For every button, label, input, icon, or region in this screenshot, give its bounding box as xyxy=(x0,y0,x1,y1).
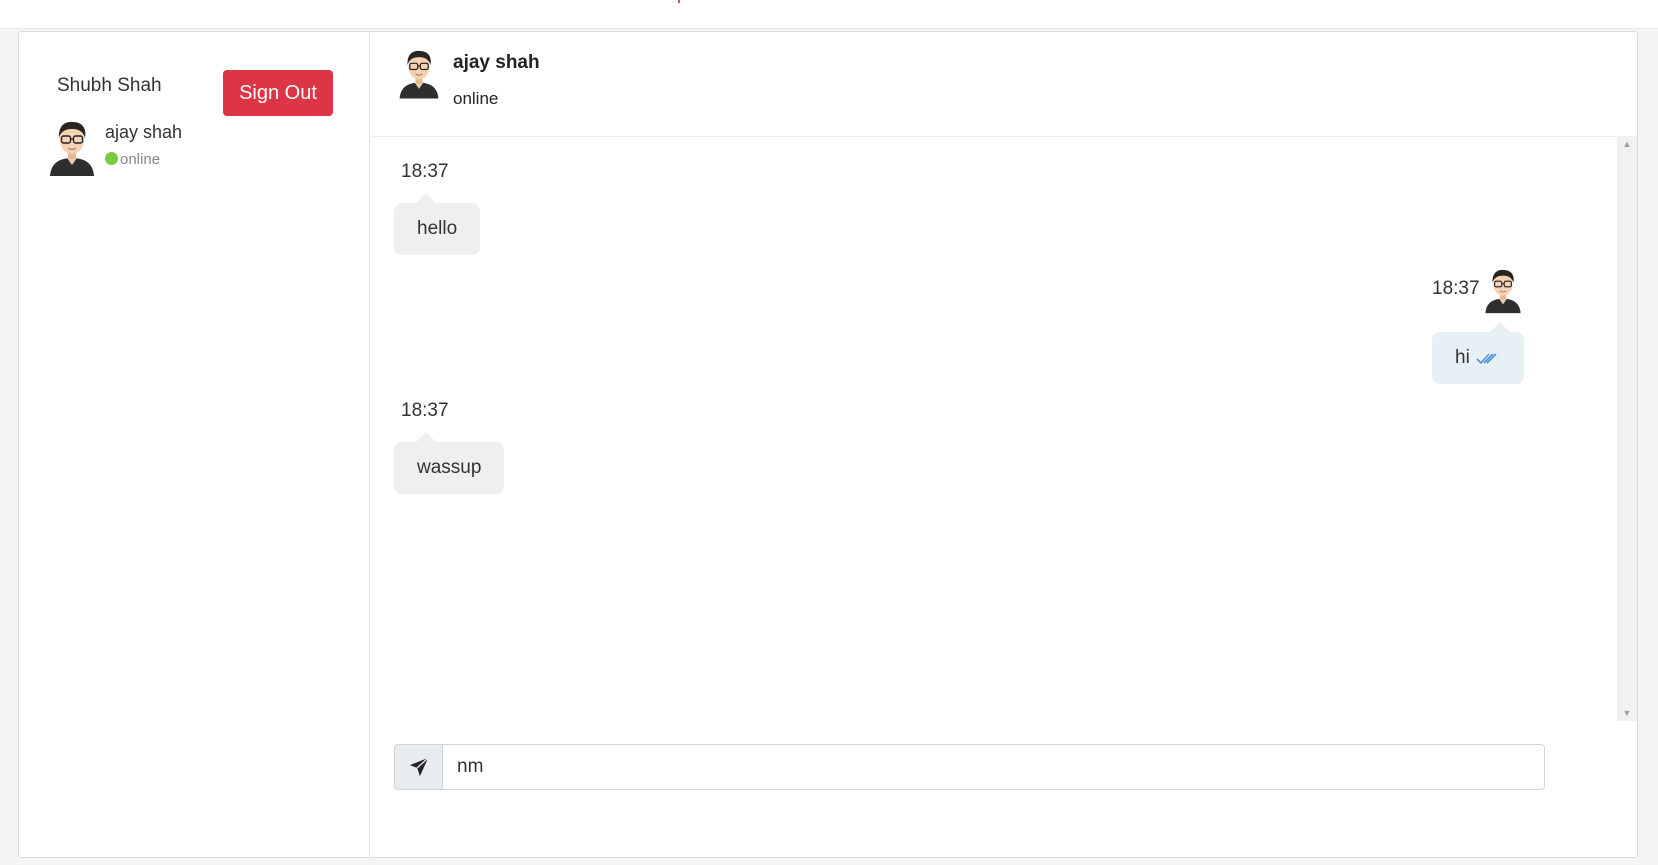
contact-status-label: online xyxy=(120,151,161,168)
chat-app-card: Shubh Shah Sign Out ajay shah online aja… xyxy=(18,31,1638,858)
sender-avatar-icon xyxy=(1483,266,1523,314)
user-avatar-icon xyxy=(47,118,97,176)
peer-name: ajay shah xyxy=(453,52,540,73)
contacts-sidebar: Shubh Shah Sign Out ajay shah online xyxy=(19,32,370,857)
peer-avatar-icon xyxy=(397,47,441,99)
message-scrollbar[interactable]: ▲ ▼ xyxy=(1617,136,1637,721)
contact-status: online xyxy=(105,151,160,168)
peer-status: online xyxy=(453,89,499,108)
current-user-name: Shubh Shah xyxy=(57,75,162,96)
message-bubble-incoming: hello xyxy=(394,193,481,255)
message-input[interactable] xyxy=(442,744,1545,790)
contact-name: ajay shah xyxy=(105,122,183,142)
paper-plane-icon xyxy=(409,757,429,777)
chat-panel: ajay shah online 18:37 hello 18:37 hi 18… xyxy=(370,32,1637,857)
message-list: 18:37 hello 18:37 hi 18:37 wassup xyxy=(370,136,1617,746)
message-time: 18:37 xyxy=(401,400,449,421)
scroll-down-arrow-icon[interactable]: ▼ xyxy=(1617,705,1637,721)
message-time: 18:37 xyxy=(401,161,449,182)
message-text: hi xyxy=(1455,347,1470,368)
online-dot-icon xyxy=(105,152,118,165)
message-bubble-outgoing: hi xyxy=(1432,322,1524,384)
chat-header: ajay shah online xyxy=(370,32,1637,137)
message-composer xyxy=(394,744,1545,790)
contact-item-ajay-shah[interactable]: ajay shah online xyxy=(47,118,347,180)
message-time: 18:37 xyxy=(1432,278,1480,299)
scroll-up-arrow-icon[interactable]: ▲ xyxy=(1617,136,1637,152)
top-navbar xyxy=(0,0,1658,29)
scrollbar-thumb[interactable] xyxy=(1620,154,1634,703)
sign-out-button[interactable]: Sign Out xyxy=(223,70,333,116)
navbar-marker xyxy=(678,0,680,3)
message-bubble-incoming: wassup xyxy=(394,432,505,494)
double-check-icon xyxy=(1476,353,1497,365)
send-button[interactable] xyxy=(394,744,443,790)
